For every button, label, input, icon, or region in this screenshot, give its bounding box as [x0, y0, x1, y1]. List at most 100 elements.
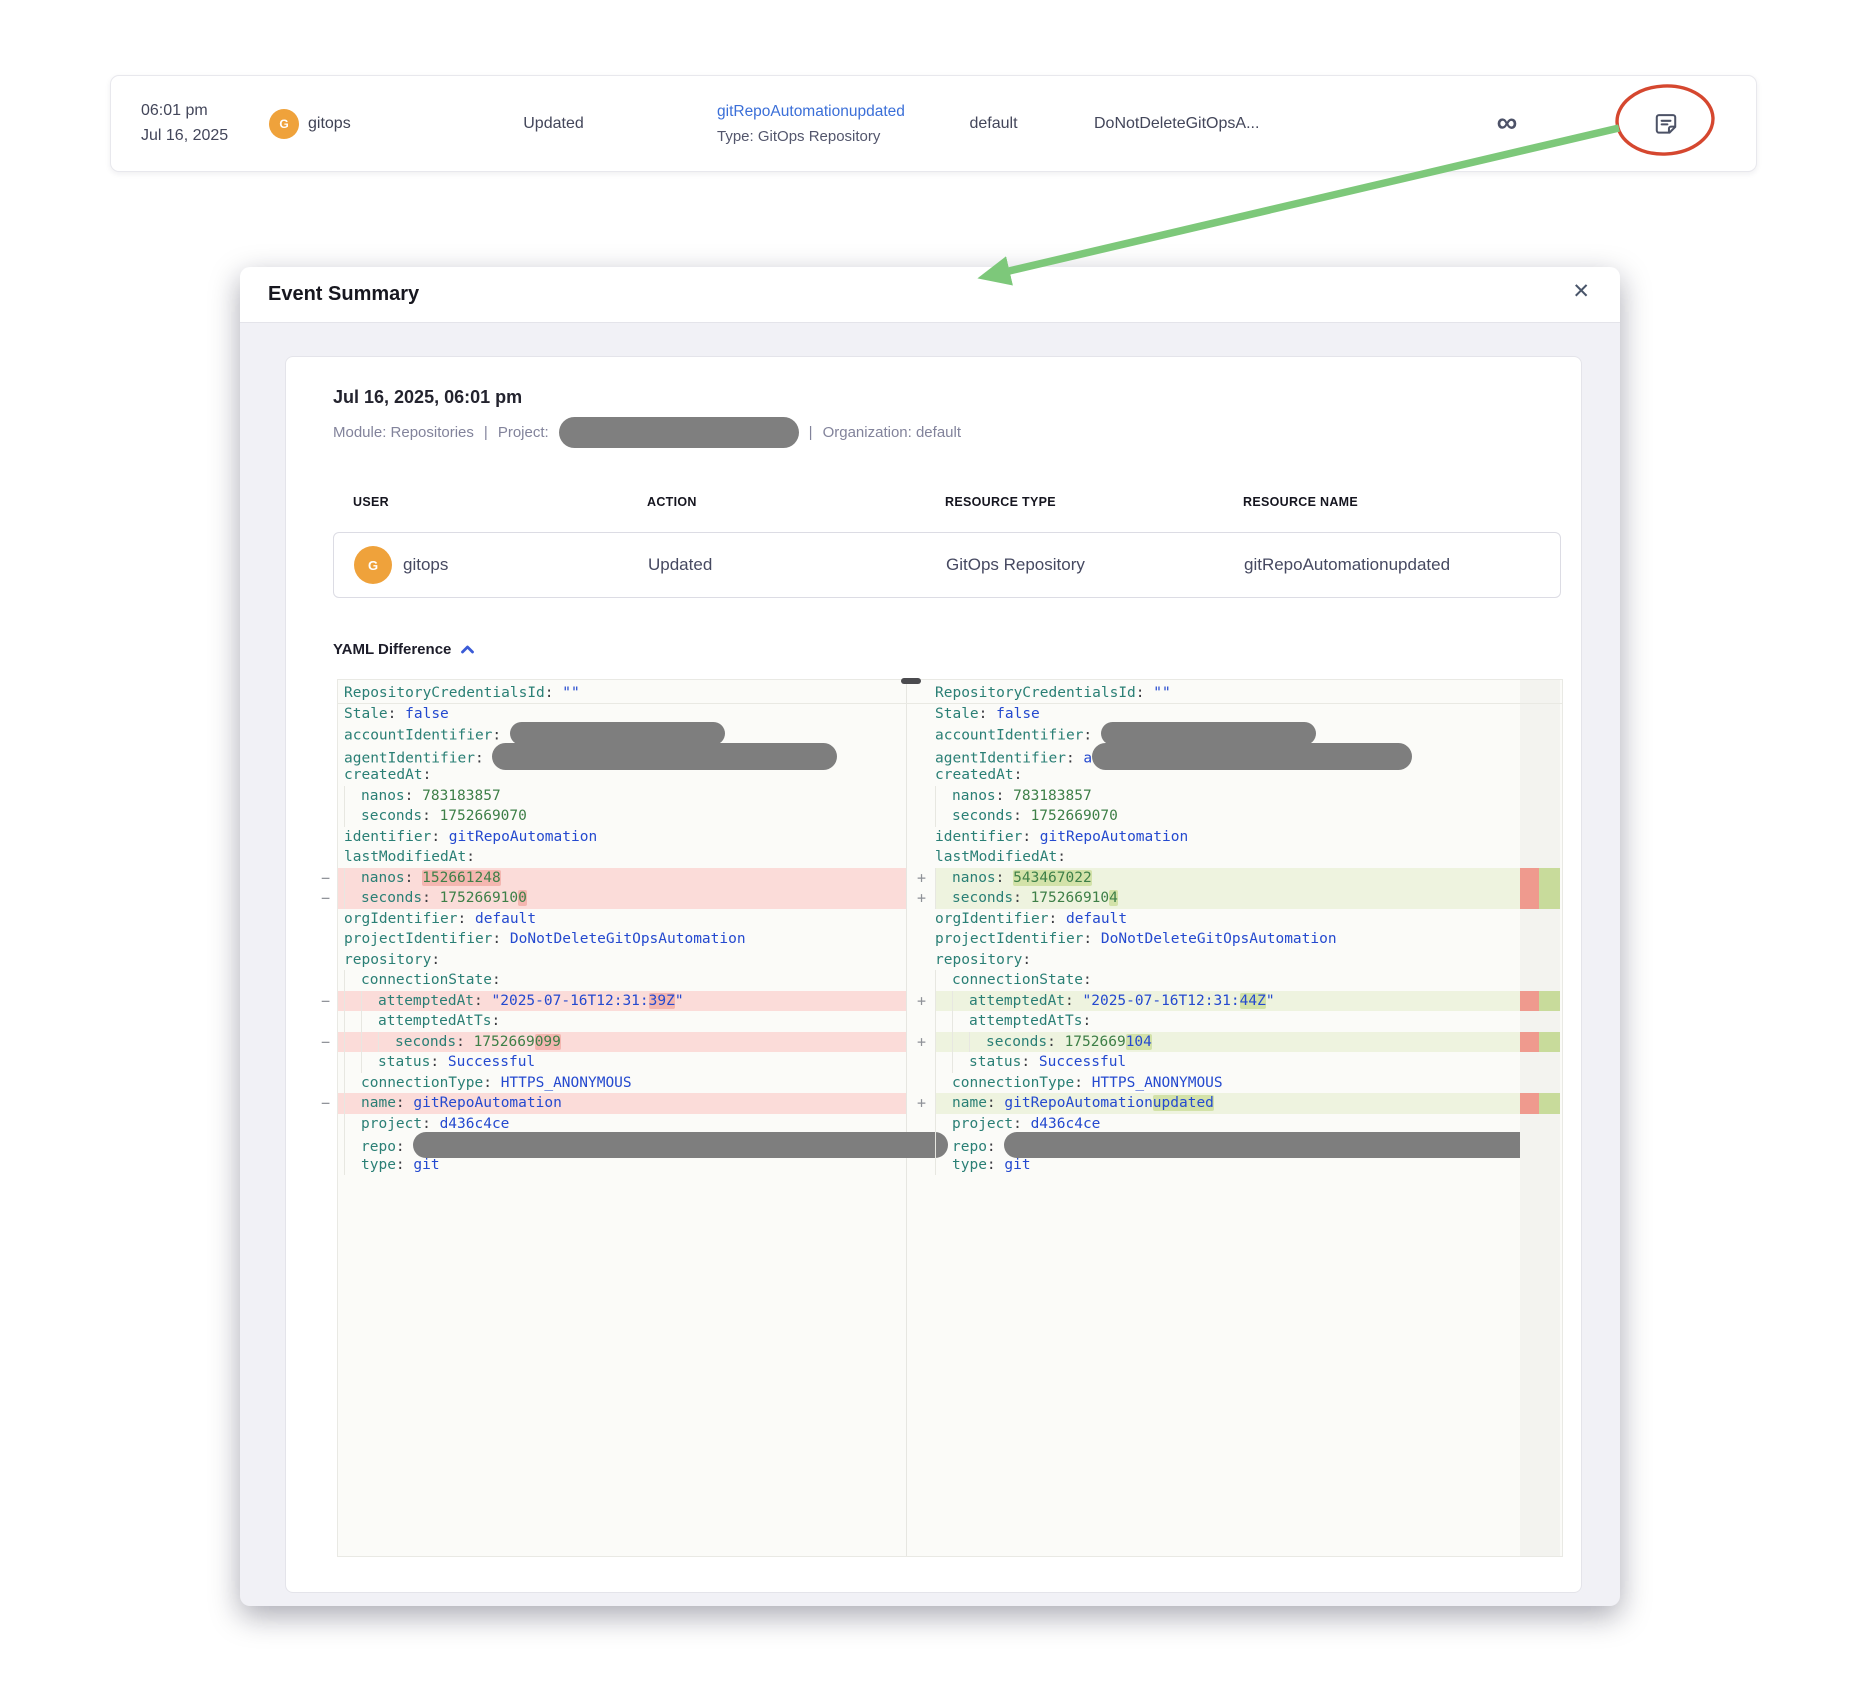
diff-line: attemptedAtTs:	[338, 1011, 906, 1032]
minimap-change-marker[interactable]	[1520, 1032, 1560, 1053]
minimap-change-marker[interactable]	[1520, 868, 1560, 909]
chevron-up-icon[interactable]	[460, 644, 475, 655]
user-cell: G gitops	[269, 76, 351, 171]
avatar: G	[269, 109, 299, 139]
diff-line: identifier: gitRepoAutomation	[908, 827, 1520, 848]
diff-line: Stale: false	[908, 704, 1520, 725]
diff-line: repo:	[338, 1134, 906, 1155]
meta-separator: |	[484, 424, 488, 441]
diff-line: −name: gitRepoAutomation	[338, 1093, 906, 1114]
diff-line: seconds: 1752669070	[338, 806, 906, 827]
diff-line: −nanos: 152661248	[338, 868, 906, 889]
user-name: gitops	[308, 115, 351, 133]
diff-line: connectionState:	[908, 970, 1520, 991]
project-label: DoNotDeleteGitOpsA...	[1094, 76, 1259, 171]
diff-line: project: d436c4ce	[338, 1114, 906, 1135]
minimap-change-marker[interactable]	[1520, 991, 1560, 1012]
diff-line: accountIdentifier:	[338, 724, 906, 745]
diff-divider	[338, 703, 1562, 704]
diff-line: nanos: 783183857	[338, 786, 906, 807]
resource-type-label: Type: GitOps Repository	[717, 128, 880, 145]
diff-line: RepositoryCredentialsId: ""	[908, 683, 1520, 704]
organization-label: default	[951, 76, 1036, 171]
diff-line: accountIdentifier:	[908, 724, 1520, 745]
diff-line: connectionState:	[338, 970, 906, 991]
diff-line: type: git	[338, 1155, 906, 1176]
event-time: 06:01 pm Jul 16, 2025	[141, 76, 228, 171]
diff-line: nanos: 783183857	[908, 786, 1520, 807]
diff-line: attemptedAtTs:	[908, 1011, 1520, 1032]
diff-line: lastModifiedAt:	[908, 847, 1520, 868]
project-meta-label: Project:	[498, 424, 549, 441]
event-time-clock: 06:01 pm	[141, 102, 208, 120]
row-resource-type: GitOps Repository	[946, 555, 1244, 575]
redacted-value	[1092, 743, 1412, 770]
diff-minimap[interactable]	[1520, 680, 1560, 1556]
diff-line: connectionType: HTTPS_ANONYMOUS	[908, 1073, 1520, 1094]
avatar: G	[354, 546, 392, 584]
event-card: Jul 16, 2025, 06:01 pm Module: Repositor…	[285, 356, 1582, 1593]
link-icon[interactable]: ∞	[1479, 76, 1535, 171]
page: 06:01 pm Jul 16, 2025 G gitops Updated g…	[0, 0, 1874, 1684]
diff-line: project: d436c4ce	[908, 1114, 1520, 1135]
dialog-body: Jul 16, 2025, 06:01 pm Module: Repositor…	[240, 323, 1620, 1607]
diff-line: +nanos: 543467022	[908, 868, 1520, 889]
header-resource-name: RESOURCE NAME	[1243, 495, 1561, 509]
diff-line: createdAt:	[338, 765, 906, 786]
diff-line: orgIdentifier: default	[908, 909, 1520, 930]
minimap-change-marker[interactable]	[1520, 1093, 1560, 1114]
diff-line: agentIdentifier:	[338, 745, 906, 766]
diff-line: orgIdentifier: default	[338, 909, 906, 930]
diff-line: −seconds: 1752669100	[338, 888, 906, 909]
row-user-cell: G gitops	[354, 546, 648, 584]
diff-line: status: Successful	[908, 1052, 1520, 1073]
diff-scroll-handle[interactable]	[901, 678, 921, 684]
close-button[interactable]: ✕	[1566, 280, 1596, 303]
diff-line: identifier: gitRepoAutomation	[338, 827, 906, 848]
diff-line: −seconds: 1752669099	[338, 1032, 906, 1053]
yaml-difference-toggle[interactable]: YAML Difference	[333, 641, 1561, 658]
yaml-diff-viewer: RepositoryCredentialsId: ""Stale: falsea…	[337, 679, 1563, 1557]
header-user: USER	[353, 495, 647, 509]
diff-line: +seconds: 1752669104	[908, 888, 1520, 909]
resource-link[interactable]: gitRepoAutomationupdated	[717, 103, 905, 121]
action-label: Updated	[491, 76, 616, 171]
redacted-value	[1004, 1132, 1544, 1158]
diff-line: status: Successful	[338, 1052, 906, 1073]
diff-line: lastModifiedAt:	[338, 847, 906, 868]
dialog-title: Event Summary	[240, 283, 419, 306]
diff-line: projectIdentifier: DoNotDeleteGitOpsAuto…	[338, 929, 906, 950]
diff-right-pane: RepositoryCredentialsId: ""Stale: falsea…	[908, 680, 1520, 1556]
diff-line: +name: gitRepoAutomationupdated	[908, 1093, 1520, 1114]
resource-cell: gitRepoAutomationupdated Type: GitOps Re…	[717, 76, 905, 171]
diff-line: +attemptedAt: "2025-07-16T12:31:44Z"	[908, 991, 1520, 1012]
diff-line: seconds: 1752669070	[908, 806, 1520, 827]
event-summary-dialog: Event Summary ✕ Jul 16, 2025, 06:01 pm M…	[240, 267, 1620, 1606]
module-label: Module: Repositories	[333, 424, 474, 441]
redacted-value	[1101, 722, 1316, 745]
diff-left-pane: RepositoryCredentialsId: ""Stale: falsea…	[338, 680, 907, 1556]
diff-line: +seconds: 1752669104	[908, 1032, 1520, 1053]
header-resource-type: RESOURCE TYPE	[945, 495, 1243, 509]
organization-meta-label: Organization: default	[823, 424, 961, 441]
row-action: Updated	[648, 555, 946, 575]
dialog-header: Event Summary ✕	[240, 267, 1620, 323]
diff-line: repository:	[908, 950, 1520, 971]
event-time-date: Jul 16, 2025	[141, 127, 228, 145]
diff-line: Stale: false	[338, 704, 906, 725]
diff-line: −attemptedAt: "2025-07-16T12:31:39Z"	[338, 991, 906, 1012]
diff-line: agentIdentifier: a	[908, 745, 1520, 766]
event-table-header: USER ACTION RESOURCE TYPE RESOURCE NAME	[333, 495, 1561, 509]
event-date: Jul 16, 2025, 06:01 pm	[333, 387, 1561, 408]
diff-line: RepositoryCredentialsId: ""	[338, 683, 906, 704]
row-resource-name: gitRepoAutomationupdated	[1244, 555, 1560, 575]
yaml-difference-label: YAML Difference	[333, 641, 451, 658]
meta-separator: |	[809, 424, 813, 441]
note-icon[interactable]	[1638, 76, 1694, 171]
redacted-value	[510, 722, 725, 745]
header-action: ACTION	[647, 495, 945, 509]
audit-log-row[interactable]: 06:01 pm Jul 16, 2025 G gitops Updated g…	[110, 75, 1757, 172]
diff-line: repo:	[908, 1134, 1520, 1155]
event-table-row: G gitops Updated GitOps Repository gitRe…	[333, 532, 1561, 598]
diff-line: repository:	[338, 950, 906, 971]
